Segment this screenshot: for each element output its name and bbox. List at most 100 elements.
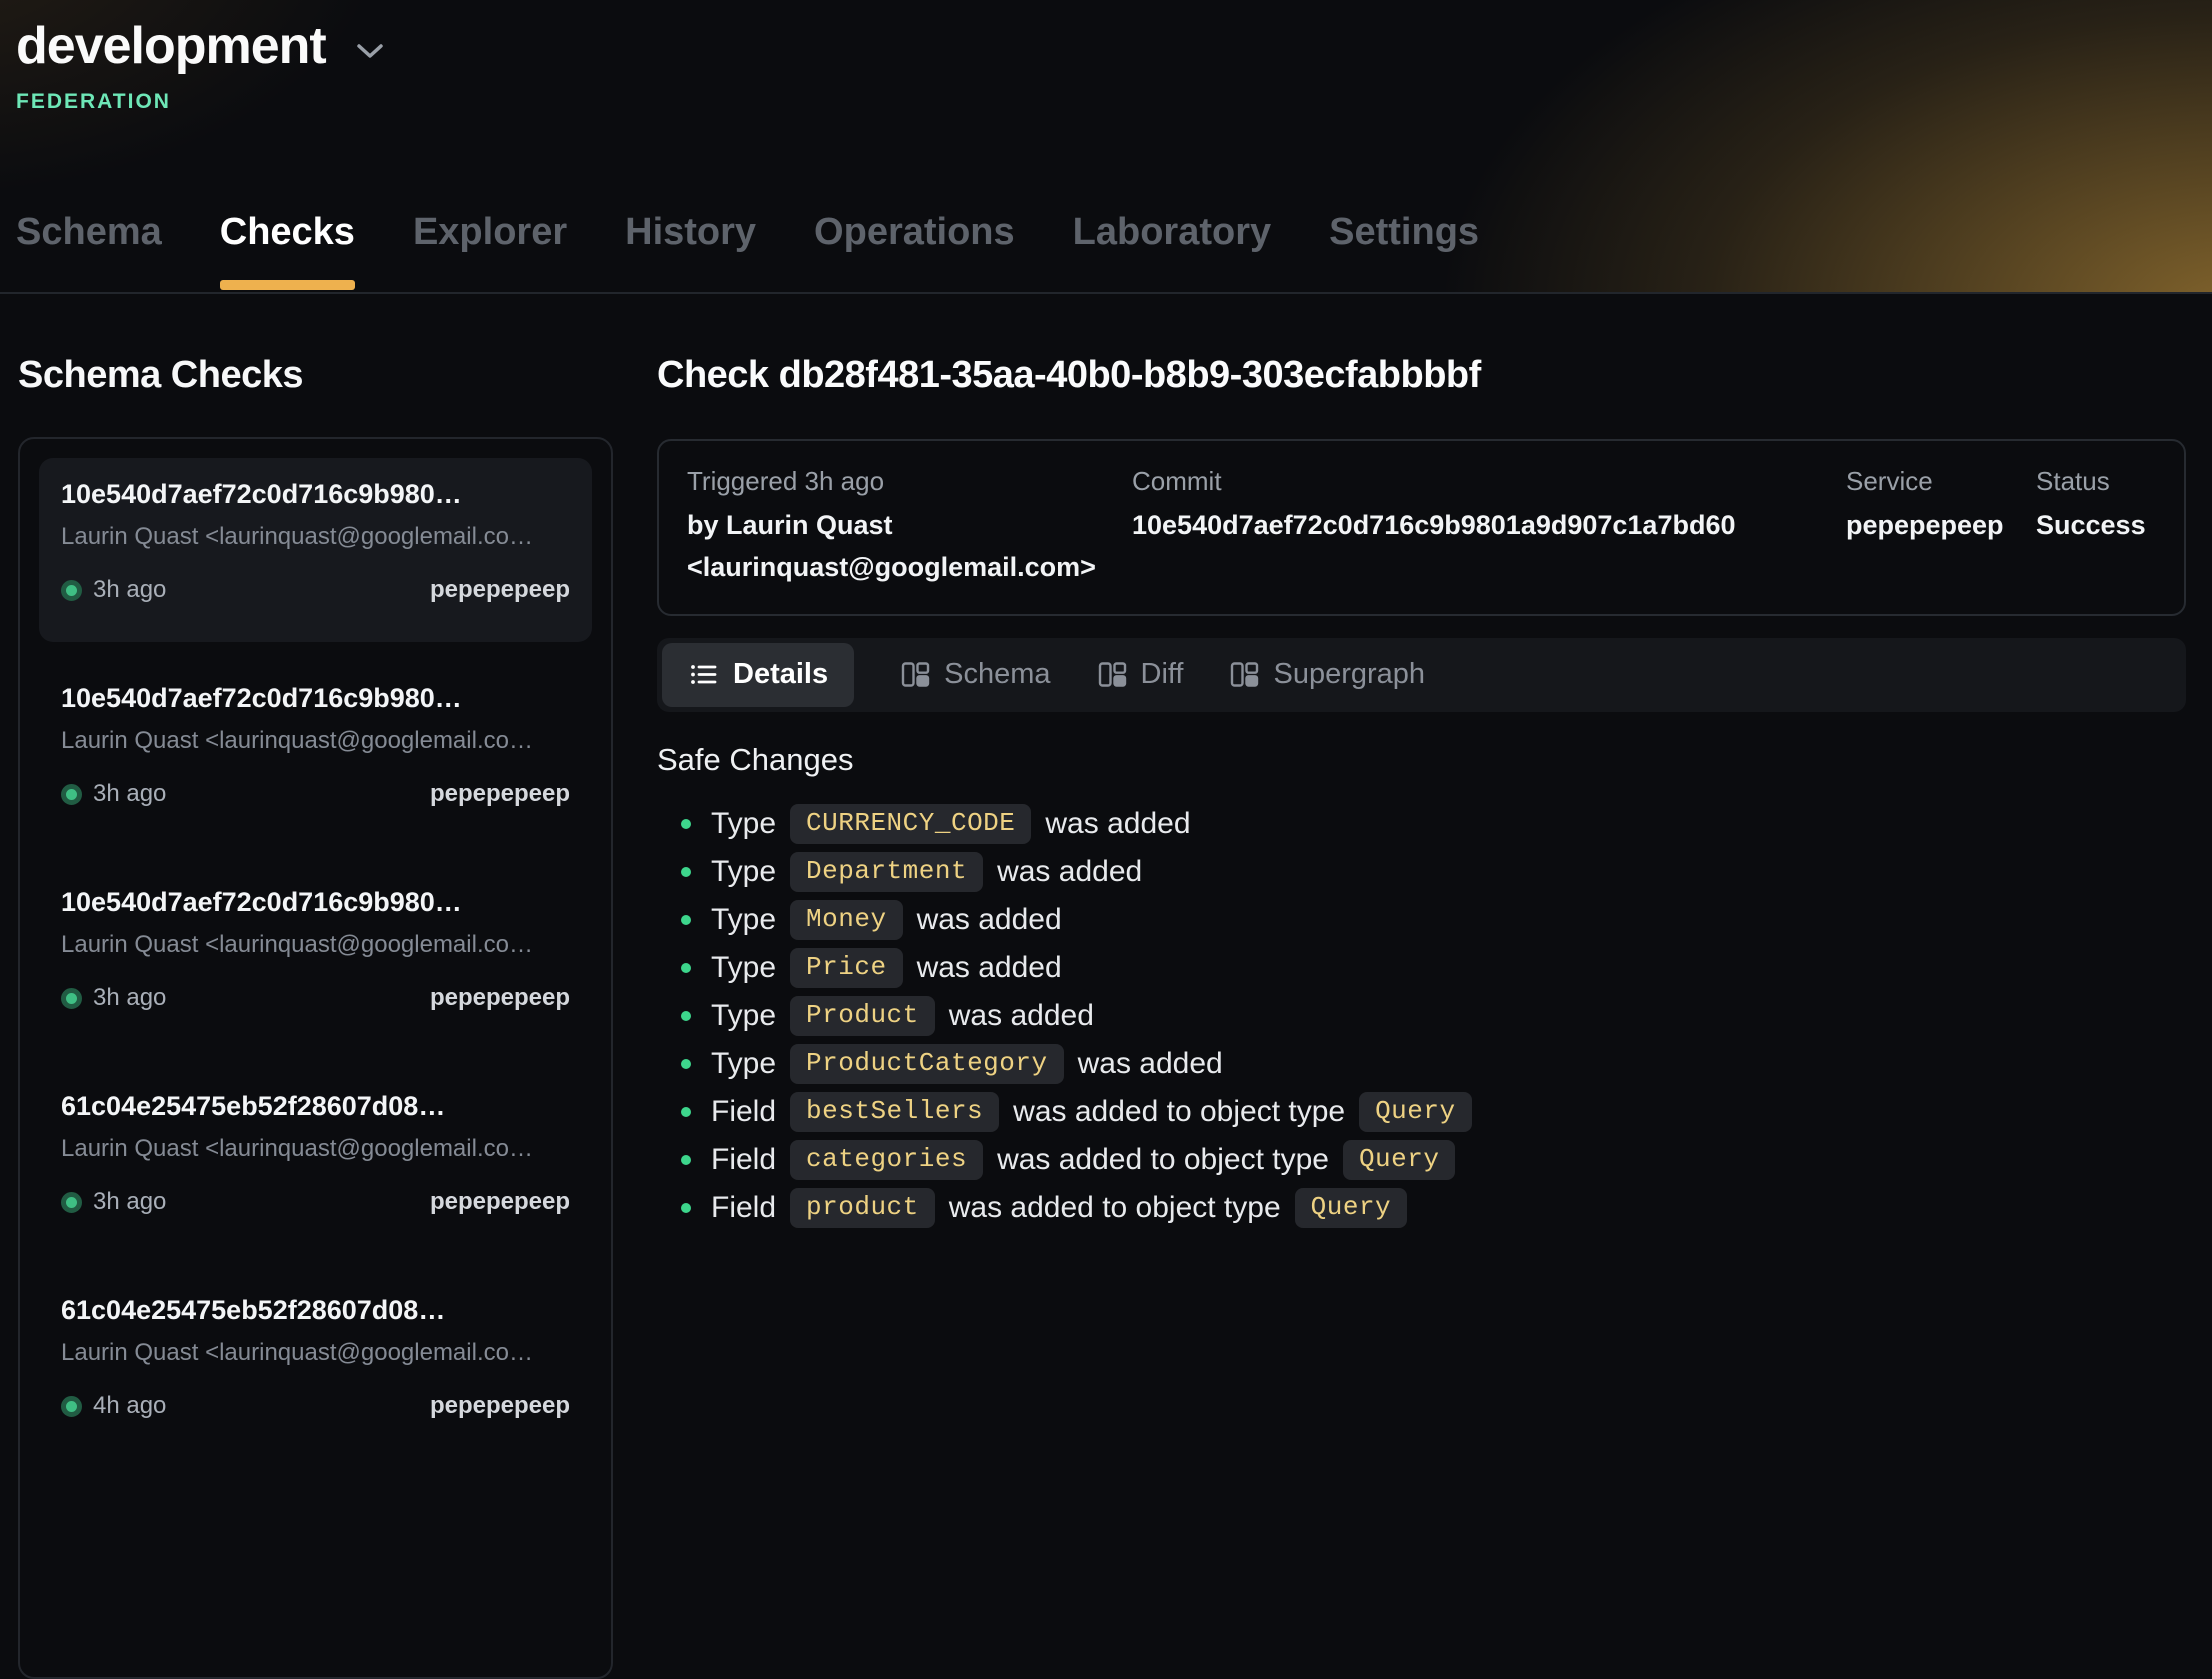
tab-operations[interactable]: Operations: [814, 211, 1015, 292]
federation-badge: FEDERATION: [16, 90, 171, 114]
change-code-badge: CURRENCY_CODE: [790, 804, 1031, 844]
tab-laboratory[interactable]: Laboratory: [1073, 211, 1271, 292]
bullet-icon: [681, 819, 691, 829]
main-content: Schema Checks 10e540d7aef72c0d716c9b980……: [0, 294, 2212, 1679]
chevron-down-icon[interactable]: [356, 43, 384, 60]
tab-history[interactable]: History: [625, 211, 756, 292]
check-time: 4h ago: [93, 1392, 166, 1420]
status-value: Success: [2036, 505, 2156, 547]
tab-diff[interactable]: Diff: [1097, 658, 1184, 691]
service-label: Service: [1846, 466, 2036, 497]
meta-triggered: Triggered 3h ago by Laurin Quast <laurin…: [687, 466, 1132, 589]
change-text: was added: [1078, 1047, 1223, 1081]
change-kind: Field: [711, 1143, 776, 1177]
check-list-item[interactable]: 61c04e25475eb52f28607d08… Laurin Quast <…: [39, 1274, 592, 1458]
check-id: 61c04e25475eb52f28607d08…: [61, 1295, 570, 1326]
change-text: was added: [997, 855, 1142, 889]
check-service: pepepepeep: [430, 1188, 570, 1216]
tab-schema[interactable]: Schema: [900, 658, 1050, 691]
change-item: Type ProductCategory was added: [657, 1040, 2186, 1088]
check-meta-box: Triggered 3h ago by Laurin Quast <laurin…: [657, 439, 2186, 616]
change-code-badge: product: [790, 1188, 935, 1228]
check-list-item[interactable]: 10e540d7aef72c0d716c9b980… Laurin Quast …: [39, 662, 592, 846]
change-item: Type Money was added: [657, 896, 2186, 944]
changes-list: Type CURRENCY_CODE was added Type Depart…: [657, 800, 2186, 1232]
change-code-badge: categories: [790, 1140, 983, 1180]
check-author: Laurin Quast <laurinquast@googlemail.co…: [61, 523, 570, 551]
bullet-icon: [681, 1203, 691, 1213]
change-item: Field product was added to object type Q…: [657, 1184, 2186, 1232]
check-id: 10e540d7aef72c0d716c9b980…: [61, 683, 570, 714]
change-kind: Field: [711, 1191, 776, 1225]
tab-explorer[interactable]: Explorer: [413, 211, 567, 292]
triggered-email: <laurinquast@googlemail.com>: [687, 547, 1132, 589]
project-switcher[interactable]: development: [16, 18, 384, 75]
tab-checks[interactable]: Checks: [220, 211, 355, 292]
bullet-icon: [681, 1011, 691, 1021]
bullet-icon: [681, 915, 691, 925]
check-id: 61c04e25475eb52f28607d08…: [61, 1091, 570, 1122]
check-list-item[interactable]: 10e540d7aef72c0d716c9b980… Laurin Quast …: [39, 458, 592, 642]
triggered-label: Triggered 3h ago: [687, 466, 1132, 497]
change-code-badge: Price: [790, 948, 903, 988]
change-text: was added: [949, 999, 1094, 1033]
change-text: was added to object type: [1013, 1095, 1345, 1129]
change-text: was added: [1045, 807, 1190, 841]
check-service: pepepepeep: [430, 984, 570, 1012]
commit-label: Commit: [1132, 466, 1846, 497]
change-kind: Type: [711, 951, 776, 985]
commit-hash: 10e540d7aef72c0d716c9b9801a9d907c1a7bd60: [1132, 505, 1846, 547]
change-text: was added: [917, 951, 1062, 985]
top-nav-tabs: Schema Checks Explorer History Operations Lab…: [16, 211, 1479, 292]
check-author: Laurin Quast <laurinquast@googlemail.co…: [61, 931, 570, 959]
check-author: Laurin Quast <laurinquast@googlemail.co…: [61, 1135, 570, 1163]
check-author: Laurin Quast <laurinquast@googlemail.co…: [61, 727, 570, 755]
check-service: pepepepeep: [430, 780, 570, 808]
change-kind: Type: [711, 1047, 776, 1081]
change-text: was added to object type: [997, 1143, 1329, 1177]
status-dot-icon: [61, 1192, 82, 1213]
status-dot-icon: [61, 1396, 82, 1417]
check-list-item[interactable]: 10e540d7aef72c0d716c9b980… Laurin Quast …: [39, 866, 592, 1050]
change-code2-badge: Query: [1359, 1092, 1472, 1132]
change-text: was added to object type: [949, 1191, 1281, 1225]
change-item: Type Product was added: [657, 992, 2186, 1040]
check-service: pepepepeep: [430, 576, 570, 604]
tab-settings[interactable]: Settings: [1329, 211, 1479, 292]
status-label: Status: [2036, 466, 2156, 497]
check-time: 3h ago: [93, 576, 166, 604]
change-kind: Type: [711, 807, 776, 841]
change-item: Type CURRENCY_CODE was added: [657, 800, 2186, 848]
change-code-badge: ProductCategory: [790, 1044, 1064, 1084]
change-code-badge: Money: [790, 900, 903, 940]
meta-commit: Commit 10e540d7aef72c0d716c9b9801a9d907c…: [1132, 466, 1846, 589]
check-detail-panel: Check db28f481-35aa-40b0-b8b9-303ecfabbb…: [657, 294, 2186, 1679]
tab-schema[interactable]: Schema: [16, 211, 162, 292]
change-code-badge: bestSellers: [790, 1092, 999, 1132]
triggered-by: by Laurin Quast: [687, 505, 1132, 547]
change-code2-badge: Query: [1295, 1188, 1408, 1228]
check-list-item[interactable]: 61c04e25475eb52f28607d08… Laurin Quast <…: [39, 1070, 592, 1254]
tab-supergraph[interactable]: Supergraph: [1229, 658, 1425, 691]
check-title: Check db28f481-35aa-40b0-b8b9-303ecfabbb…: [657, 354, 2186, 397]
status-dot-icon: [61, 988, 82, 1009]
change-code-badge: Department: [790, 852, 983, 892]
change-code-badge: Product: [790, 996, 935, 1036]
sidebar-title: Schema Checks: [18, 354, 613, 397]
tab-details-label: Details: [733, 658, 828, 691]
check-time: 3h ago: [93, 780, 166, 808]
check-author: Laurin Quast <laurinquast@googlemail.co…: [61, 1339, 570, 1367]
change-item: Type Price was added: [657, 944, 2186, 992]
meta-service: Service pepepepeep: [1846, 466, 2036, 589]
list-icon: [688, 659, 719, 690]
tab-details[interactable]: Details: [662, 643, 854, 707]
view-tab-label: Schema: [944, 658, 1050, 691]
check-id: 10e540d7aef72c0d716c9b980…: [61, 479, 570, 510]
checks-list: 10e540d7aef72c0d716c9b980… Laurin Quast …: [18, 437, 613, 1679]
change-item: Field categories was added to object typ…: [657, 1136, 2186, 1184]
project-header: development FEDERATION Schema Checks Explo…: [0, 0, 2212, 294]
status-dot-icon: [61, 784, 82, 805]
page-title: development: [16, 18, 326, 75]
change-code2-badge: Query: [1343, 1140, 1456, 1180]
safe-changes-title: Safe Changes: [657, 742, 2186, 778]
